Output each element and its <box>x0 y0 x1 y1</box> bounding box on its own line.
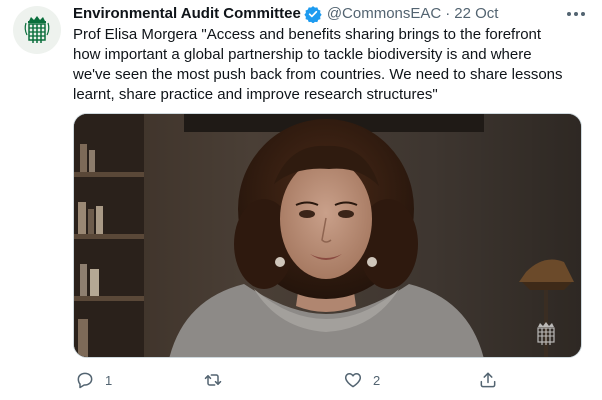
reply-button[interactable]: 1 <box>75 368 112 392</box>
tweet-text: Prof Elisa Morgera "Access and benefits … <box>73 26 563 103</box>
portcullis-logo <box>24 16 50 43</box>
timestamp[interactable]: 22 Oct <box>454 4 498 24</box>
avatar[interactable] <box>13 6 61 54</box>
action-bar: 1 2 <box>73 366 582 394</box>
like-count: 2 <box>373 372 381 388</box>
like-button[interactable]: 2 <box>343 368 380 392</box>
retweet-button[interactable] <box>203 368 233 392</box>
heart-icon <box>343 370 363 390</box>
handle[interactable]: @CommonsEAC <box>327 4 441 24</box>
more-options-icon[interactable] <box>564 5 588 23</box>
reply-count: 1 <box>105 372 113 388</box>
video-thumbnail[interactable] <box>73 113 582 358</box>
separator-dot: · <box>445 5 451 22</box>
display-name[interactable]: Environmental Audit Committee <box>73 4 301 24</box>
share-icon <box>478 370 498 390</box>
reply-icon <box>75 370 95 390</box>
tweet[interactable]: Environmental Audit Committee @CommonsEA… <box>0 0 602 400</box>
retweet-icon <box>203 370 223 390</box>
verified-badge-icon <box>304 5 322 23</box>
share-button[interactable] <box>478 368 498 392</box>
tweet-header: Environmental Audit Committee @CommonsEA… <box>73 3 573 25</box>
